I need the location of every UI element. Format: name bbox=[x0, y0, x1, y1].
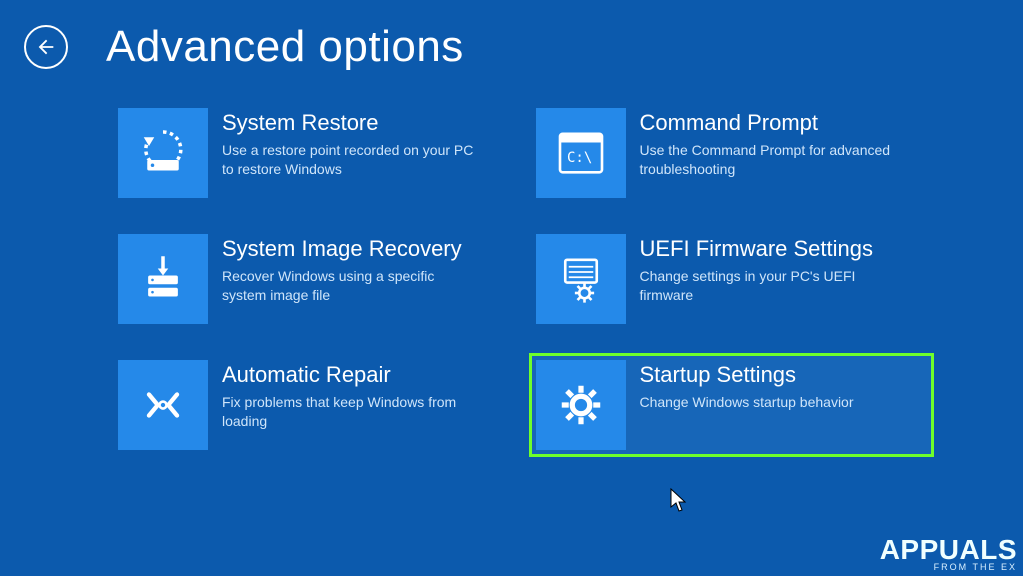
system-restore-icon bbox=[118, 108, 208, 198]
automatic-repair-icon bbox=[118, 360, 208, 450]
watermark: APPUALS FROM THE EX bbox=[880, 538, 1017, 572]
tile-automatic-repair[interactable]: Automatic Repair Fix problems that keep … bbox=[112, 354, 516, 456]
tile-text: Startup Settings Change Windows startup … bbox=[640, 360, 854, 412]
tile-text: Command Prompt Use the Command Prompt fo… bbox=[640, 108, 900, 179]
tile-text: System Image Recovery Recover Windows us… bbox=[222, 234, 482, 305]
tile-system-image-recovery[interactable]: System Image Recovery Recover Windows us… bbox=[112, 228, 516, 330]
back-button[interactable] bbox=[24, 25, 68, 69]
tile-desc: Change Windows startup behavior bbox=[640, 393, 854, 412]
tile-command-prompt[interactable]: C:\ Command Prompt Use the Command Promp… bbox=[530, 102, 934, 204]
tile-title: UEFI Firmware Settings bbox=[640, 236, 900, 262]
system-image-recovery-icon bbox=[118, 234, 208, 324]
tile-desc: Fix problems that keep Windows from load… bbox=[222, 393, 482, 431]
startup-settings-icon bbox=[536, 360, 626, 450]
tile-title: Command Prompt bbox=[640, 110, 900, 136]
back-arrow-icon bbox=[35, 36, 57, 58]
uefi-firmware-icon bbox=[536, 234, 626, 324]
header: Advanced options bbox=[0, 0, 1023, 72]
tile-text: System Restore Use a restore point recor… bbox=[222, 108, 482, 179]
tile-desc: Change settings in your PC's UEFI firmwa… bbox=[640, 267, 900, 305]
tile-title: System Restore bbox=[222, 110, 482, 136]
tile-uefi-firmware[interactable]: UEFI Firmware Settings Change settings i… bbox=[530, 228, 934, 330]
tile-desc: Use a restore point recorded on your PC … bbox=[222, 141, 482, 179]
command-prompt-icon: C:\ bbox=[536, 108, 626, 198]
page-title: Advanced options bbox=[106, 22, 464, 72]
tile-text: UEFI Firmware Settings Change settings i… bbox=[640, 234, 900, 305]
tile-startup-settings[interactable]: Startup Settings Change Windows startup … bbox=[530, 354, 934, 456]
tile-title: Automatic Repair bbox=[222, 362, 482, 388]
mouse-cursor-icon bbox=[670, 488, 688, 514]
tile-text: Automatic Repair Fix problems that keep … bbox=[222, 360, 482, 431]
watermark-brand: APPUALS bbox=[880, 538, 1017, 562]
options-grid: System Restore Use a restore point recor… bbox=[0, 72, 1023, 456]
svg-text:C:\: C:\ bbox=[567, 150, 592, 166]
tile-system-restore[interactable]: System Restore Use a restore point recor… bbox=[112, 102, 516, 204]
tile-desc: Use the Command Prompt for advanced trou… bbox=[640, 141, 900, 179]
tile-title: Startup Settings bbox=[640, 362, 854, 388]
tile-desc: Recover Windows using a specific system … bbox=[222, 267, 482, 305]
watermark-sub: FROM THE EX bbox=[880, 562, 1017, 572]
tile-title: System Image Recovery bbox=[222, 236, 482, 262]
